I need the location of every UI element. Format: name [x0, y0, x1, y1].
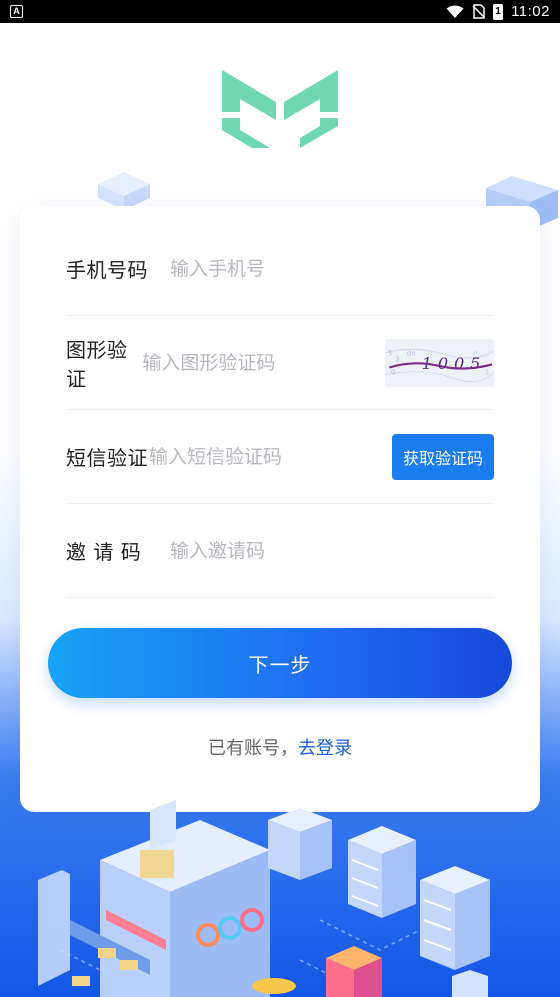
svg-text:5: 5	[388, 349, 392, 357]
next-step-button[interactable]: 下一步	[48, 628, 512, 698]
app-notification-icon: A	[10, 5, 23, 18]
decorative-cube-left	[98, 172, 150, 210]
phone-row: 手机号码	[66, 222, 494, 316]
go-login-link[interactable]: 去登录	[298, 738, 352, 759]
status-right: 1 11:02	[446, 3, 550, 20]
invite-label: 邀 请 码	[66, 540, 142, 564]
captcha-label: 图形验证	[66, 337, 128, 391]
svg-text:3: 3	[396, 355, 400, 363]
login-prompt: 已有账号，去登录	[20, 734, 540, 760]
status-left: A	[10, 5, 23, 18]
tech-illustration	[38, 800, 490, 997]
battery-level: 1	[495, 5, 501, 17]
sms-label: 短信验证	[66, 446, 148, 470]
sms-row: 短信验证 获取验证码	[66, 410, 494, 504]
invite-code-input[interactable]	[170, 530, 494, 571]
phone-input[interactable]	[170, 248, 494, 289]
invite-row: 邀 请 码	[66, 504, 494, 598]
captcha-image[interactable]: 53dn qn1 1005	[385, 338, 494, 387]
captcha-row: 图形验证 53dn qn1 1005	[66, 316, 494, 410]
app-logo	[222, 70, 338, 148]
login-prompt-text: 已有账号，	[208, 738, 298, 759]
wifi-icon	[446, 5, 464, 19]
svg-text:q: q	[391, 367, 395, 375]
phone-label: 手机号码	[66, 258, 148, 282]
clock: 11:02	[511, 3, 550, 20]
captcha-text: 1005	[422, 353, 487, 372]
svg-text:dn: dn	[407, 349, 415, 357]
status-bar: A 1 11:02	[0, 0, 560, 23]
no-sim-icon	[472, 4, 485, 19]
captcha-input[interactable]	[142, 342, 386, 383]
register-card: 手机号码 图形验证 53dn qn1 1005 短信验证 获取验证码 邀 请 码…	[20, 206, 540, 812]
sms-code-input[interactable]	[148, 436, 392, 477]
battery-icon: 1	[493, 3, 504, 20]
get-sms-code-button[interactable]: 获取验证码	[391, 433, 494, 480]
